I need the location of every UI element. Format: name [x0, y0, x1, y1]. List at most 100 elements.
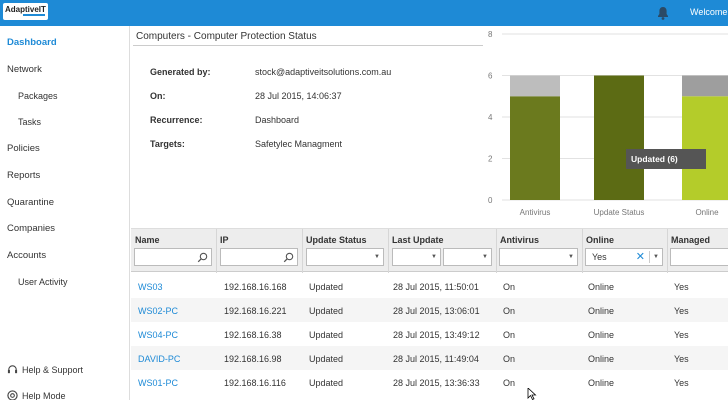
last-update-from-select[interactable]: ▼	[392, 248, 441, 266]
bar-segment-antivirus-other[interactable]	[510, 75, 560, 97]
table-row[interactable]: WS04-PC 192.168.16.38 Updated 28 Jul 2015, …	[131, 322, 728, 346]
y-tick-label: 6	[488, 72, 493, 81]
column-header-online[interactable]: Online	[586, 235, 614, 245]
column-header-managed[interactable]: Managed	[671, 235, 710, 245]
sidebar: Dashboard Network Packages Tasks Policie…	[0, 26, 130, 400]
targets-value: Safetylec Managment	[255, 139, 343, 149]
cell-last-update: 28 Jul 2015, 13:06:01	[393, 306, 480, 316]
clear-icon[interactable]: ✕	[636, 250, 645, 263]
sidebar-item-user-activity[interactable]: User Activity	[18, 277, 68, 287]
caret-down-icon: ▼	[653, 254, 659, 260]
cell-ip: 192.168.16.38	[224, 330, 282, 340]
name-filter-input[interactable]	[134, 248, 212, 266]
table-row[interactable]: WS03 192.168.16.168 Updated 28 Jul 2015, 11…	[131, 274, 728, 298]
last-update-to-select[interactable]: ▼	[443, 248, 492, 266]
cell-update-status: Updated	[309, 330, 344, 340]
sidebar-item-accounts[interactable]: Accounts	[7, 250, 46, 261]
recurrence-value: Dashboard	[255, 115, 300, 125]
cell-name[interactable]: WS01-PC	[138, 378, 178, 388]
top-bar: AdaptiveIT Welcome,	[0, 0, 728, 26]
cell-managed: Yes	[674, 330, 689, 340]
y-tick-label: 2	[488, 155, 493, 164]
column-header-last-update[interactable]: Last Update	[392, 235, 444, 245]
bar-segment-online-other[interactable]	[682, 75, 728, 97]
cell-update-status: Updated	[309, 354, 344, 364]
cell-ip: 192.168.16.168	[224, 282, 287, 292]
cell-online: Online	[588, 306, 615, 316]
search-icon	[283, 252, 294, 263]
bar-segment-online-primary[interactable]	[682, 96, 728, 200]
bar-segment-antivirus-primary[interactable]	[510, 96, 560, 200]
cell-update-status: Updated	[309, 378, 344, 388]
cell-name[interactable]: WS02-PC	[138, 306, 178, 316]
help-support-link[interactable]: Help & Support	[7, 364, 83, 375]
sidebar-item-companies[interactable]: Companies	[7, 223, 55, 234]
generated-by-label: Generated by:	[150, 67, 211, 77]
x-tick-label: Online	[695, 208, 719, 217]
table-row[interactable]: WS02-PC 192.168.16.221 Updated 28 Jul 2015,…	[131, 298, 728, 322]
lifebuoy-icon	[7, 390, 18, 400]
sidebar-item-packages[interactable]: Packages	[18, 91, 58, 101]
caret-down-icon: ▼	[374, 254, 380, 260]
logo-text: AdaptiveIT	[5, 5, 46, 14]
welcome-text[interactable]: Welcome,	[690, 7, 728, 17]
update-status-filter-select[interactable]: ▼	[306, 248, 384, 266]
on-value: 28 Jul 2015, 14:06:37	[255, 91, 342, 101]
bell-icon[interactable]	[655, 5, 671, 21]
cell-online: Online	[588, 354, 615, 364]
help-mode-label: Help Mode	[22, 390, 66, 400]
column-header-ip[interactable]: IP	[220, 235, 229, 245]
cell-update-status: Updated	[309, 306, 344, 316]
search-icon	[197, 252, 208, 263]
sidebar-item-network[interactable]: Network	[7, 64, 42, 75]
cell-managed: Yes	[674, 354, 689, 364]
online-filter-select[interactable]: Yes ✕ ▼	[585, 248, 663, 266]
headset-icon	[7, 365, 18, 374]
caret-down-icon: ▼	[568, 254, 574, 260]
help-mode-link[interactable]: Help Mode	[7, 390, 66, 400]
ip-filter-input[interactable]	[220, 248, 298, 266]
recurrence-label: Recurrence:	[150, 115, 203, 125]
cell-last-update: 28 Jul 2015, 11:49:04	[393, 354, 479, 364]
column-header-name[interactable]: Name	[135, 235, 160, 245]
antivirus-filter-select[interactable]: ▼	[499, 248, 578, 266]
protection-status-chart[interactable]: 0 2 4 6 8 Antivirus Update Status Online Updated…	[485, 28, 728, 222]
cell-online: Online	[588, 282, 615, 292]
cell-name[interactable]: DAVID-PC	[138, 354, 180, 364]
cell-last-update: 28 Jul 2015, 13:49:12	[393, 330, 480, 340]
managed-filter-select[interactable]	[670, 248, 728, 266]
x-tick-label: Update Status	[594, 208, 645, 217]
sidebar-item-policies[interactable]: Policies	[7, 143, 40, 154]
caret-down-icon: ▼	[482, 254, 488, 260]
y-tick-label: 8	[488, 30, 493, 39]
y-tick-label: 4	[488, 113, 493, 122]
divider	[133, 45, 483, 46]
cell-online: Online	[588, 330, 615, 340]
generated-by-value: stock@adaptiveitsolutions.com.au	[255, 67, 392, 77]
sidebar-item-tasks[interactable]: Tasks	[18, 117, 41, 127]
cell-antivirus: On	[503, 378, 516, 388]
sidebar-item-dashboard[interactable]: Dashboard	[7, 37, 57, 48]
chart-tooltip-text: Updated (6)	[631, 154, 678, 164]
y-tick-label: 0	[488, 196, 493, 205]
logo[interactable]: AdaptiveIT	[3, 3, 48, 20]
report-title: Computers - Computer Protection Status	[136, 31, 317, 42]
column-header-update-status[interactable]: Update Status	[306, 235, 367, 245]
cell-last-update: 28 Jul 2015, 13:36:33	[393, 378, 480, 388]
cell-name[interactable]: WS03	[138, 282, 163, 292]
cell-antivirus: On	[503, 330, 516, 340]
cell-last-update: 28 Jul 2015, 11:50:01	[393, 282, 479, 292]
on-label: On:	[150, 91, 166, 101]
sidebar-item-quarantine[interactable]: Quarantine	[7, 197, 54, 208]
cell-update-status: Updated	[309, 282, 344, 292]
targets-label: Targets:	[150, 139, 185, 149]
sidebar-item-reports[interactable]: Reports	[7, 170, 40, 181]
column-header-antivirus[interactable]: Antivirus	[500, 235, 539, 245]
online-filter-value: Yes	[592, 252, 607, 262]
cell-antivirus: On	[503, 306, 516, 316]
table-row[interactable]: DAVID-PC 192.168.16.98 Updated 28 Jul 2015,…	[131, 346, 728, 370]
table-row[interactable]: WS01-PC 192.168.16.116 Updated 28 Jul 2015,…	[131, 370, 728, 394]
cell-name[interactable]: WS04-PC	[138, 330, 178, 340]
bar-segment-update-status-primary[interactable]	[594, 75, 644, 201]
cell-managed: Yes	[674, 306, 689, 316]
